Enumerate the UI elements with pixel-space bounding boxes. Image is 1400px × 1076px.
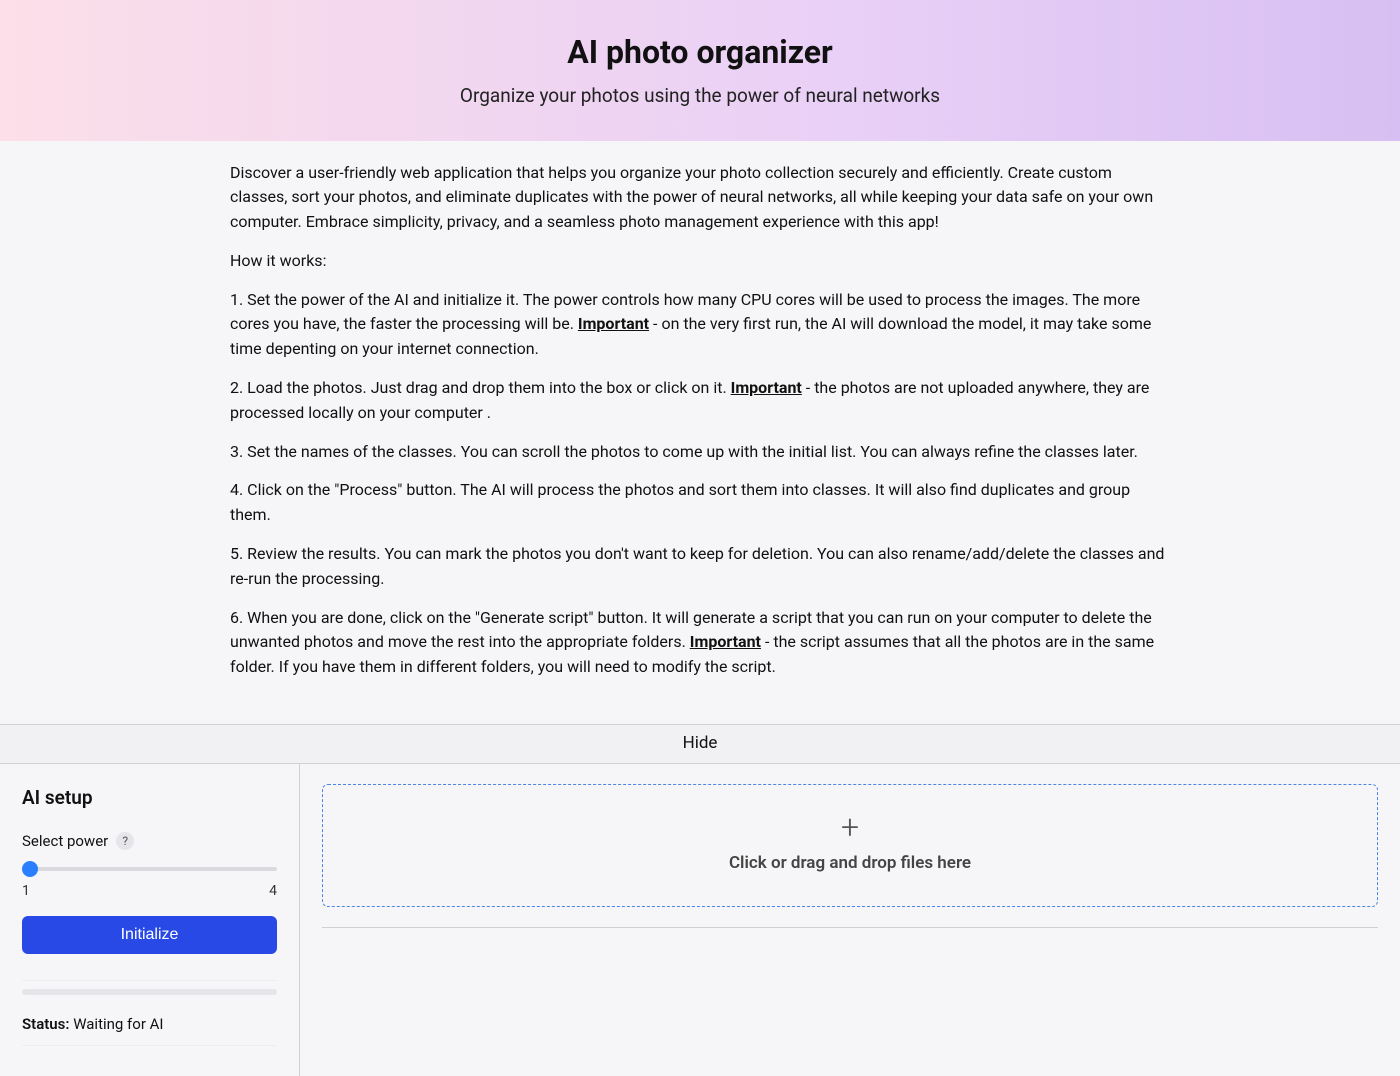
step-6: 6. When you are done, click on the "Gene… [230, 606, 1170, 680]
step-2-text-a: 2. Load the photos. Just drag and drop t… [230, 378, 731, 397]
main-area: + Click or drag and drop files here [300, 764, 1400, 1076]
help-icon[interactable]: ? [116, 832, 134, 850]
file-dropzone[interactable]: + Click or drag and drop files here [322, 784, 1378, 908]
divider [22, 1045, 277, 1046]
step-1: 1. Set the power of the AI and initializ… [230, 288, 1170, 362]
slider-thumb[interactable] [22, 861, 38, 877]
important-label: Important [731, 378, 802, 397]
important-label: Important [690, 632, 761, 651]
step-5: 5. Review the results. You can mark the … [230, 542, 1170, 592]
slider-min: 1 [22, 881, 30, 902]
initialize-button[interactable]: Initialize [22, 916, 277, 954]
status-label: Status: [22, 1015, 69, 1033]
status-value: Waiting for AI [69, 1015, 163, 1033]
power-slider[interactable] [22, 859, 277, 879]
divider [322, 927, 1378, 928]
dropzone-label: Click or drag and drop files here [729, 853, 971, 873]
ai-setup-panel: AI setup Select power ? 1 4 Initialize S… [0, 764, 300, 1076]
intro-text: Discover a user-friendly web application… [230, 161, 1170, 235]
slider-max: 4 [269, 881, 277, 902]
slider-track [28, 867, 277, 871]
instructions-section: Discover a user-friendly web application… [220, 141, 1180, 725]
page-subtitle: Organize your photos using the power of … [0, 82, 1400, 111]
hide-toggle[interactable]: Hide [0, 724, 1400, 764]
power-label: Select power [22, 830, 108, 853]
how-it-works-label: How it works: [230, 249, 1170, 274]
divider [22, 980, 277, 981]
step-3: 3. Set the names of the classes. You can… [230, 440, 1170, 465]
ai-setup-title: AI setup [22, 784, 277, 813]
step-4: 4. Click on the "Process" button. The AI… [230, 478, 1170, 528]
hero-banner: AI photo organizer Organize your photos … [0, 0, 1400, 141]
progress-bar [22, 989, 277, 995]
step-2: 2. Load the photos. Just drag and drop t… [230, 376, 1170, 426]
status-line: Status: Waiting for AI [22, 1013, 277, 1036]
plus-icon: + [323, 811, 1377, 843]
important-label: Important [578, 314, 649, 333]
workspace: AI setup Select power ? 1 4 Initialize S… [0, 764, 1400, 1076]
page-title: AI photo organizer [0, 28, 1400, 76]
